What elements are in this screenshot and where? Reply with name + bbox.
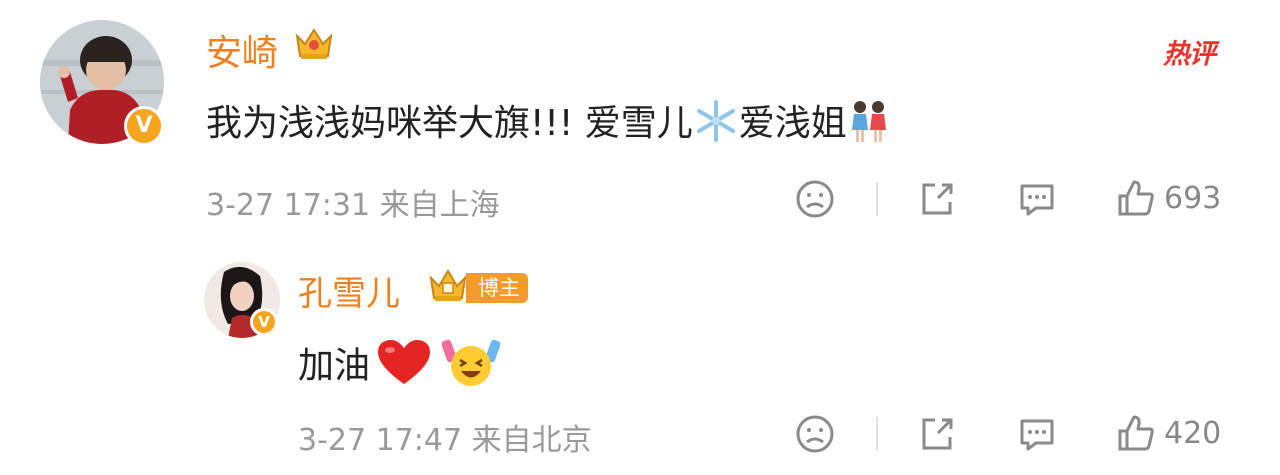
hot-comment-label: 热评 <box>1163 39 1216 70</box>
cheering-face-emoji <box>441 336 501 399</box>
snowflake-emoji <box>693 98 739 153</box>
thumbs-up-icon <box>1118 415 1154 451</box>
share-button[interactable] <box>916 178 958 220</box>
reply-username[interactable]: 孔雪儿 <box>298 266 400 315</box>
crown-icon <box>428 266 468 308</box>
like-count: 420 <box>1164 415 1222 451</box>
verified-badge-icon: V <box>250 308 278 336</box>
sad-face-icon <box>796 180 834 218</box>
comment-text: 我为浅浅妈咪举大旗!!! 爱雪儿 爱浅姐 <box>206 94 891 153</box>
action-divider <box>876 417 878 451</box>
share-icon <box>922 183 953 215</box>
comment-icon <box>1020 419 1054 451</box>
comment-icon <box>1020 184 1054 216</box>
share-icon <box>922 418 953 450</box>
women-holding-hands-emoji <box>847 98 891 153</box>
like-button[interactable]: 693 <box>1114 176 1221 220</box>
comment-button[interactable] <box>1016 178 1058 220</box>
reply-meta: 3-27 17:47 来自北京 <box>298 423 592 458</box>
dislike-button[interactable] <box>794 178 836 220</box>
crown-icon <box>293 26 335 66</box>
blogger-badge: 博主 <box>466 273 528 303</box>
comment-meta: 3-27 17:31 来自上海 <box>206 188 500 223</box>
share-button[interactable] <box>916 413 958 455</box>
sad-face-icon <box>796 415 834 453</box>
comment-button[interactable] <box>1016 413 1058 455</box>
comment-username[interactable]: 安崎 <box>206 24 278 76</box>
dislike-button[interactable] <box>794 413 836 455</box>
action-divider <box>876 182 878 216</box>
like-button[interactable]: 420 <box>1114 411 1221 455</box>
verified-badge-icon: V <box>124 106 164 146</box>
thumbs-up-icon <box>1118 180 1154 216</box>
like-count: 693 <box>1164 180 1222 216</box>
reply-text: 加油 <box>298 336 501 399</box>
red-heart-emoji <box>376 338 432 397</box>
